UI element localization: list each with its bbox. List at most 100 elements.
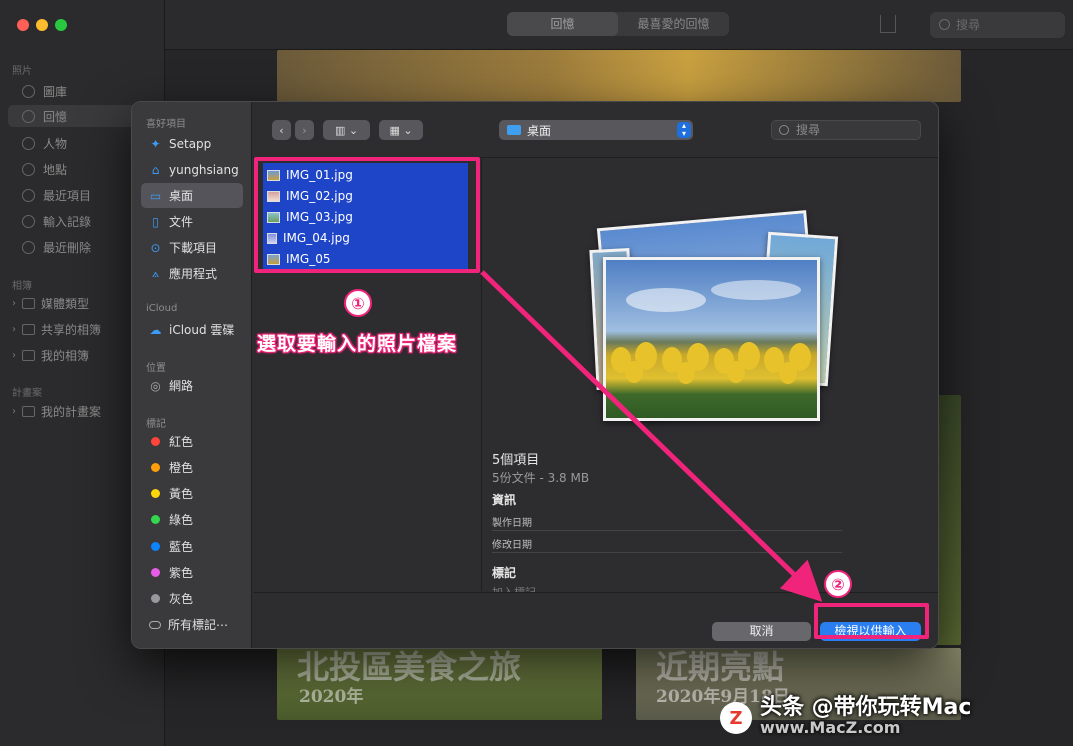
orange-tag-icon — [151, 463, 160, 472]
tag-gray[interactable]: 灰色 — [141, 586, 243, 611]
folder-icon — [22, 405, 35, 417]
annotation-step-2: ② — [824, 570, 852, 598]
photos-search-input[interactable]: 搜尋 — [930, 12, 1065, 38]
blue-tag-icon — [151, 542, 160, 551]
sidebar-item-library[interactable]: 圖庫 — [22, 80, 67, 102]
chevron-left-icon: ‹ — [279, 123, 284, 137]
sidebar-item-network[interactable]: ◎ 網路 — [141, 373, 243, 398]
sidebar-item-documents[interactable]: ▯ 文件 — [141, 209, 243, 234]
download-icon: ⊙ — [150, 240, 161, 255]
watermark: Z 头条 @带你玩转Mac www.MacZ.com — [720, 695, 972, 738]
share-icon[interactable] — [880, 15, 896, 33]
tag-blue[interactable]: 藍色 — [141, 534, 243, 559]
tag-purple[interactable]: 紫色 — [141, 560, 243, 585]
sidebar-item-applications[interactable]: ⟑ 應用程式 — [141, 261, 243, 286]
sidebar-item-icloud-drive[interactable]: ☁ iCloud 雲碟 — [141, 317, 243, 342]
cloud-icon: ☁ — [149, 322, 162, 337]
annotation-highlight-import-button — [814, 603, 929, 639]
sidebar-item-home[interactable]: ⌂ yunghsiang — [141, 157, 243, 182]
favorites-header: 喜好項目 — [146, 119, 186, 130]
memory-tile-beitou[interactable]: 北投區美食之旅 2020年 — [277, 648, 602, 720]
purple-tag-icon — [151, 568, 160, 577]
people-icon — [22, 136, 35, 150]
memory-tile-top[interactable] — [277, 50, 961, 102]
sidebar-item-recents[interactable]: 最近項目 — [22, 184, 91, 206]
dialog-sidebar: 喜好項目 ✦ Setapp ⌂ yunghsiang ▭ 桌面 ▯ 文件 ⊙ 下載項目 ⟑… — [132, 102, 252, 648]
forward-button[interactable]: › — [295, 120, 314, 140]
import-dialog: 喜好項目 ✦ Setapp ⌂ yunghsiang ▭ 桌面 ▯ 文件 ⊙ 下載項目 ⟑… — [131, 101, 939, 649]
annotation-step-1: ① — [344, 289, 372, 317]
tags-section-header: 標記 — [492, 566, 517, 580]
yellow-tag-icon — [151, 489, 160, 498]
sidebar-item-my-projects[interactable]: › 我的計畫案 — [12, 400, 101, 422]
sidebar-item-shared-albums[interactable]: › 共享的相簿 — [12, 318, 101, 340]
sidebar-item-imports[interactable]: 輸入記錄 — [22, 210, 91, 232]
watermark-author: 头条 @带你玩转Mac — [760, 695, 972, 720]
document-icon: ▯ — [152, 214, 159, 229]
sidebar-section-photos: 照片 — [12, 66, 32, 77]
globe-icon: ◎ — [150, 378, 161, 393]
sidebar-item-people[interactable]: 人物 — [22, 132, 67, 154]
library-icon — [22, 84, 35, 98]
all-tags[interactable]: 所有標記⋯ — [141, 612, 243, 637]
icloud-header: iCloud — [146, 303, 178, 314]
cancel-button[interactable]: 取消 — [712, 622, 811, 641]
sidebar-item-my-albums[interactable]: › 我的相簿 — [12, 344, 89, 366]
view-mode-button[interactable]: ▥ ⌄ — [323, 120, 370, 140]
gray-tag-icon — [151, 594, 160, 603]
sidebar-item-media-types[interactable]: › 媒體類型 — [12, 292, 89, 314]
toutiao-logo-icon: Z — [720, 702, 752, 734]
tab-memories[interactable]: 回憶 — [507, 12, 618, 36]
tag-green[interactable]: 綠色 — [141, 507, 243, 532]
locations-header: 位置 — [146, 363, 166, 374]
sidebar-item-setapp[interactable]: ✦ Setapp — [141, 131, 243, 156]
close-window-button[interactable] — [17, 19, 29, 31]
memory-tile-right[interactable] — [936, 395, 961, 645]
places-icon — [22, 162, 35, 176]
sidebar-item-desktop[interactable]: ▭ 桌面 — [141, 183, 243, 208]
sidebar-section-albums: 相簿 — [12, 281, 32, 292]
chevron-right-icon: › — [12, 323, 16, 335]
tags-header: 標記 — [146, 419, 166, 430]
tag-orange[interactable]: 橙色 — [141, 455, 243, 480]
imports-icon — [22, 214, 35, 228]
annotation-step-1-text: 選取要輸入的照片檔案 — [257, 333, 458, 355]
memories-icon — [22, 109, 35, 123]
chevron-right-icon: › — [12, 297, 16, 309]
watermark-site: www.MacZ.com — [760, 718, 901, 737]
chevron-right-icon: › — [12, 349, 16, 361]
created-date-label: 製作日期 — [492, 518, 532, 529]
selection-count: 5個項目 — [492, 453, 540, 468]
divider — [492, 552, 842, 553]
home-icon: ⌂ — [151, 162, 160, 177]
group-mode-button[interactable]: ▦ ⌄ — [379, 120, 423, 140]
recents-icon — [22, 188, 35, 202]
selection-summary: 5份文件 - 3.8 MB — [492, 471, 590, 485]
zoom-window-button[interactable] — [55, 19, 67, 31]
desktop-icon: ▭ — [149, 188, 162, 203]
chevron-right-icon: › — [12, 405, 16, 417]
back-button[interactable]: ‹ — [272, 120, 291, 140]
memories-tab-control[interactable]: 回憶 最喜愛的回憶 — [507, 12, 729, 36]
tab-favorite-memories[interactable]: 最喜愛的回憶 — [618, 12, 729, 36]
minimize-window-button[interactable] — [36, 19, 48, 31]
grid-icon: ▦ ⌄ — [389, 123, 413, 137]
folder-icon — [507, 125, 521, 135]
green-tag-icon — [151, 515, 160, 524]
tag-red[interactable]: 紅色 — [141, 429, 243, 454]
info-header: 資訊 — [492, 493, 517, 507]
red-tag-icon — [151, 437, 160, 446]
tag-yellow[interactable]: 黃色 — [141, 481, 243, 506]
location-popup[interactable]: 桌面 ▴ ▾ — [499, 120, 693, 140]
up-down-arrows-icon: ▴ ▾ — [677, 122, 691, 138]
dialog-search-input[interactable]: 搜尋 — [771, 120, 921, 140]
tulips-illustration — [611, 280, 811, 384]
trash-icon — [22, 240, 35, 254]
sidebar-item-recently-deleted[interactable]: 最近刪除 — [22, 236, 91, 258]
folder-icon — [22, 297, 35, 309]
memory-date: 2020年 — [299, 687, 364, 707]
photos-toolbar: 回憶 最喜愛的回憶 搜尋 — [165, 0, 1073, 50]
dialog-toolbar: ‹ › ▥ ⌄ ▦ ⌄ 桌面 ▴ ▾ 搜尋 — [253, 102, 938, 158]
sidebar-item-places[interactable]: 地點 — [22, 158, 67, 180]
sidebar-item-downloads[interactable]: ⊙ 下載項目 — [141, 235, 243, 260]
